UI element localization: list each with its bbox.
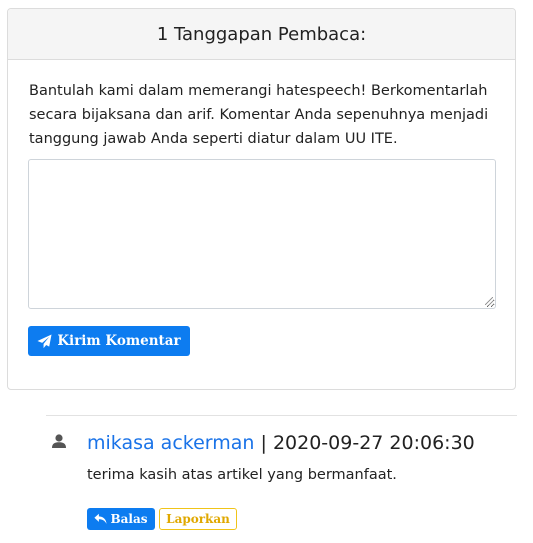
comment-timestamp: 2020-09-27 20:06:30: [272, 432, 475, 454]
reply-icon: [94, 513, 108, 524]
comment-meta: mikasa ackerman | 2020-09-27 20:06:30: [87, 432, 475, 454]
reply-button[interactable]: Balas: [87, 508, 155, 530]
comment-form-card: 1 Tanggapan Pembaca: Bantulah kami dalam…: [7, 8, 516, 390]
comment-textarea[interactable]: [28, 159, 496, 309]
comment-author-link[interactable]: mikasa ackerman: [87, 432, 254, 454]
comments-header: 1 Tanggapan Pembaca:: [8, 9, 515, 60]
report-button[interactable]: Laporkan: [159, 508, 237, 530]
paper-plane-icon: [37, 333, 52, 348]
submit-comment-label: Kirim Komentar: [57, 333, 181, 349]
textarea-resize-handle[interactable]: [485, 297, 493, 305]
user-icon: [52, 434, 66, 448]
comments-header-title: 1 Tanggapan Pembaca:: [156, 23, 367, 45]
comment-text: terima kasih atas artikel yang bermanfaa…: [87, 467, 397, 483]
submit-comment-button[interactable]: Kirim Komentar: [28, 326, 190, 356]
comment-meta-separator: |: [254, 432, 273, 454]
reply-label: Balas: [110, 512, 148, 526]
comment-guidelines-text: Bantulah kami dalam memerangi hatespeech…: [29, 83, 489, 147]
report-label: Laporkan: [166, 512, 230, 526]
comments-divider: [46, 415, 517, 416]
